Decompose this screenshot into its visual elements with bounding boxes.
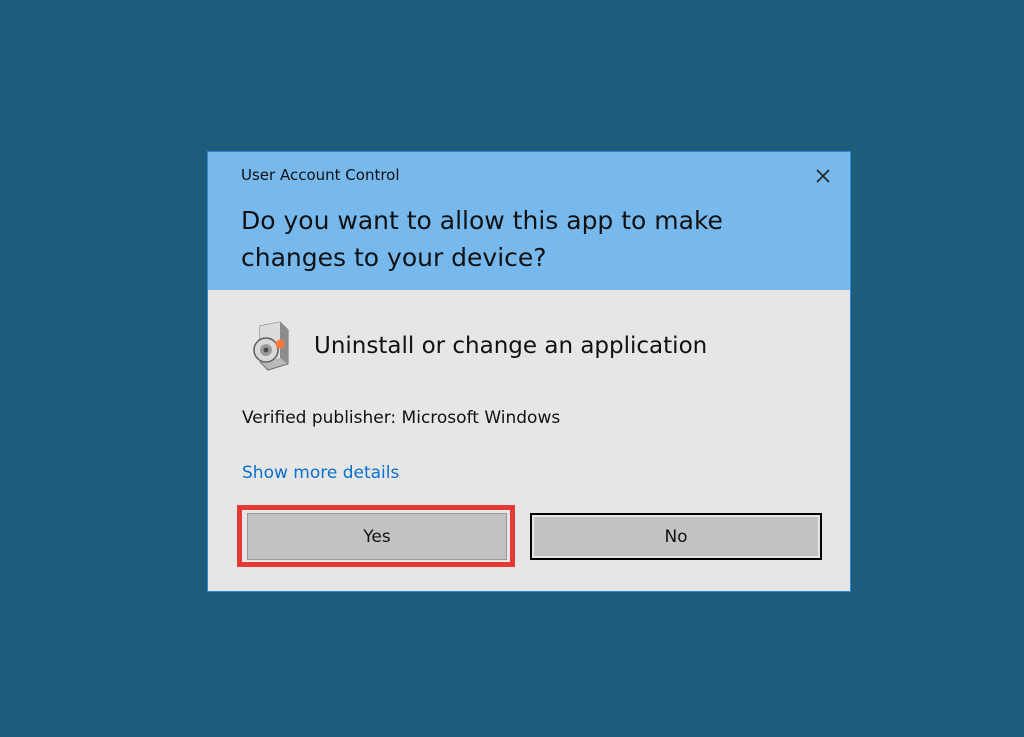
close-icon <box>816 169 830 183</box>
dialog-question: Do you want to allow this app to make ch… <box>241 206 723 272</box>
window-title: User Account Control <box>241 166 400 184</box>
program-installer-icon <box>253 321 289 371</box>
app-name: Uninstall or change an application <box>314 333 708 359</box>
show-more-details-link[interactable]: Show more details <box>242 463 399 483</box>
publisher-text: Verified publisher: Microsoft Windows <box>242 408 561 428</box>
dialog-header: User Account Control Do you want to allo… <box>208 152 850 290</box>
close-button[interactable] <box>810 163 836 189</box>
uac-dialog: User Account Control Do you want to allo… <box>207 151 851 592</box>
no-button[interactable]: No <box>530 513 822 560</box>
yes-button[interactable]: Yes <box>247 513 507 560</box>
